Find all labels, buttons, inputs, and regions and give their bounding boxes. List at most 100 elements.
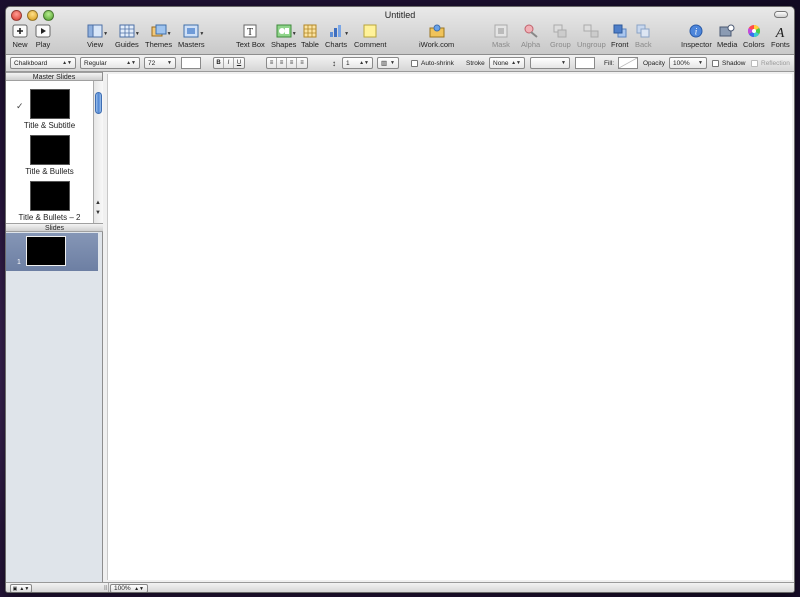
back-button[interactable]: Back: [635, 24, 652, 49]
stroke-color-well[interactable]: [575, 57, 595, 69]
stroke-label: Stroke: [466, 59, 485, 67]
auto-shrink-checkbox[interactable]: Auto-shrink: [411, 57, 454, 69]
table-button[interactable]: Table: [301, 24, 319, 49]
shadow-check[interactable]: [712, 59, 719, 67]
media-button[interactable]: Media: [717, 24, 737, 49]
alignment-buttons: ≡ ≡ ≡ ≡: [266, 57, 308, 69]
sidebar-footer: ▣ ▲▼: [6, 582, 103, 592]
scroll-arrows[interactable]: ▲ ▼: [93, 198, 103, 220]
master-item-title-bullets-2[interactable]: Title & Bullets – 2: [6, 181, 93, 222]
font-style-select[interactable]: Regular ▲▼: [80, 57, 140, 69]
master-label: Title & Subtitle: [23, 121, 76, 130]
line-spacing-select[interactable]: 1 ▲▼: [342, 57, 373, 69]
play-icon: [35, 24, 51, 38]
table-label: Table: [301, 40, 319, 49]
slide-number: 1: [17, 259, 21, 266]
front-label: Front: [611, 40, 629, 49]
reflection-label: Reflection: [761, 59, 790, 67]
italic-button[interactable]: I: [224, 58, 234, 68]
new-button[interactable]: New: [12, 24, 28, 49]
alpha-button[interactable]: Alpha: [521, 24, 540, 49]
guides-button[interactable]: ▼ Guides: [115, 24, 140, 49]
play-button[interactable]: Play: [35, 24, 51, 49]
group-label: Group: [550, 40, 571, 49]
comment-button[interactable]: Comment: [354, 24, 387, 49]
line-spacing-value: 1: [346, 59, 350, 67]
window-title: Untitled: [384, 10, 416, 20]
master-slides-header: Master Slides: [6, 72, 102, 81]
text-style-buttons: B I U: [213, 57, 245, 69]
underline-button[interactable]: U: [234, 58, 244, 68]
guides-icon: ▼: [119, 24, 140, 38]
master-thumbnail: [29, 89, 70, 119]
align-left-icon[interactable]: ≡: [267, 58, 277, 68]
navigator-view-button[interactable]: ▣ ▲▼: [10, 584, 32, 592]
bold-button[interactable]: B: [214, 58, 224, 68]
slides-header: Slides: [6, 223, 103, 232]
align-justify-icon[interactable]: ≡: [297, 58, 307, 68]
inspector-info-icon: i: [688, 24, 704, 38]
reflection-check[interactable]: [751, 59, 758, 67]
new-slide-icon: [12, 24, 28, 38]
iwork-button[interactable]: iWork.com: [419, 24, 454, 49]
master-item-title-bullets[interactable]: Title & Bullets: [6, 135, 93, 176]
opacity-select[interactable]: 100% ▼: [669, 57, 707, 69]
ungroup-button[interactable]: Ungroup: [577, 24, 606, 49]
stroke-select[interactable]: None ▲▼: [489, 57, 525, 69]
slide-navigator: Master Slides ✓ Title & Subtitle Title &…: [6, 72, 103, 582]
auto-shrink-check[interactable]: [411, 59, 418, 67]
text-box-label: Text Box: [236, 40, 265, 49]
charts-button[interactable]: ▼ Charts: [325, 24, 349, 49]
toolbar-toggle-button[interactable]: [774, 11, 788, 18]
back-label: Back: [635, 40, 652, 49]
guides-label: Guides: [115, 40, 139, 49]
media-label: Media: [717, 40, 738, 49]
text-box-icon: T: [242, 24, 258, 38]
fill-color-well[interactable]: [618, 57, 638, 69]
group-button[interactable]: Group: [550, 24, 571, 49]
app-window: Untitled New Play ▼ View ▼ Guides ▼ Them…: [5, 6, 795, 593]
align-center-icon[interactable]: ≡: [277, 58, 287, 68]
inspector-label: Inspector: [681, 40, 712, 49]
align-right-icon[interactable]: ≡: [287, 58, 297, 68]
stroke-width-select[interactable]: ▼: [530, 57, 570, 69]
text-box-button[interactable]: T Text Box: [236, 24, 265, 49]
shapes-button[interactable]: ▼ Shapes: [271, 24, 297, 49]
masters-button[interactable]: ▼ Masters: [178, 24, 205, 49]
master-thumbnail: [29, 181, 70, 211]
slide-canvas[interactable]: [107, 74, 792, 580]
themes-button[interactable]: ▼ Themes: [145, 24, 172, 49]
text-color-well[interactable]: [181, 57, 201, 69]
ungroup-label: Ungroup: [577, 40, 606, 49]
font-family-select[interactable]: Chalkboard ▲▼: [10, 57, 76, 69]
font-size-select[interactable]: 72 ▼: [144, 57, 176, 69]
mask-button[interactable]: Mask: [492, 24, 510, 49]
play-label: Play: [35, 40, 51, 49]
colors-button[interactable]: Colors: [743, 24, 765, 49]
master-item-title-subtitle[interactable]: ✓ Title & Subtitle: [6, 89, 93, 130]
split-handle-icon[interactable]: ||: [103, 583, 109, 592]
slides-section: Slides: [6, 223, 103, 232]
slide-item-1[interactable]: 1: [6, 233, 98, 271]
zoom-select[interactable]: 100% ▲▼: [110, 584, 148, 592]
shadow-checkbox[interactable]: Shadow: [712, 57, 746, 69]
charts-label: Charts: [325, 40, 348, 49]
reflection-checkbox[interactable]: Reflection: [751, 57, 790, 69]
stroke-value: None: [493, 59, 509, 67]
columns-select[interactable]: ▥ ▼: [377, 57, 399, 69]
iwork-share-icon: [429, 24, 445, 38]
fonts-button[interactable]: A Fonts: [771, 24, 790, 49]
colors-label: Colors: [743, 40, 765, 49]
master-scroll-thumb[interactable]: [95, 92, 102, 114]
svg-text:A: A: [775, 26, 785, 38]
fonts-icon: A: [772, 24, 788, 38]
svg-text:T: T: [247, 27, 253, 38]
canvas-area: [103, 72, 794, 582]
masters-icon: ▼: [183, 24, 204, 38]
front-button[interactable]: Front: [611, 24, 629, 49]
view-button[interactable]: ▼ View: [87, 24, 108, 49]
inspector-button[interactable]: i Inspector: [681, 24, 712, 49]
master-slides-list: ✓ Title & Subtitle Title & Bullets Title…: [6, 81, 93, 223]
zoom-value: 100%: [114, 585, 131, 592]
bring-front-icon: [612, 24, 628, 38]
